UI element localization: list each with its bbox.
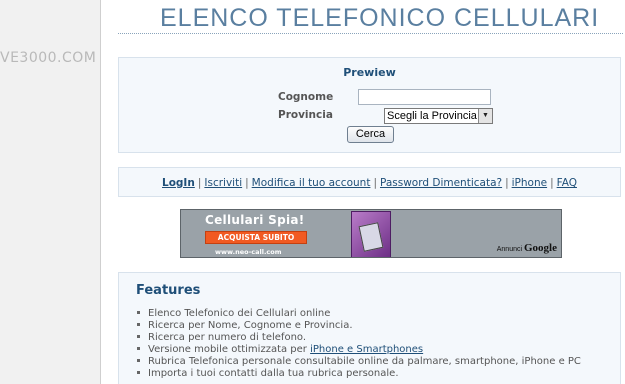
nav-separator: | [245,177,249,189]
provincia-selected-value: Scegli la Provincia [387,110,477,122]
cerca-button[interactable]: Cerca [347,126,394,143]
nav-separator: | [505,177,509,189]
cognome-label: Cognome [278,91,334,103]
ad-url: www.neo-call.com [215,248,282,256]
login-link[interactable]: LogIn [162,177,195,189]
bullet-icon [137,346,140,350]
bullet-icon [137,322,140,326]
ad-banner[interactable]: Cellulari Spia! ACQUISTA SUBITO www.neo-… [180,209,562,258]
feature-text: Rubrica Telefonica personale consultabil… [148,356,581,367]
feature-text: Importa i tuoi contatti dalla tua rubric… [148,368,399,379]
features-panel: Features Elenco Telefonico dei Cellulari… [118,272,621,384]
nav-separator: | [373,177,377,189]
provincia-label: Provincia [278,109,333,121]
left-sidebar: VE3000.COM [0,0,101,384]
bullet-icon [137,370,140,374]
site-logo-text[interactable]: VE3000.COM [0,50,100,66]
header-divider [118,33,623,34]
form-title: Prewiew [343,66,396,79]
list-item: Elenco Telefonico dei Cellulari online [137,308,581,320]
bullet-icon [137,310,140,314]
google-logo: Google [524,242,557,254]
iphone-smartphones-link[interactable]: iPhone e Smartphones [310,344,423,355]
feature-text: Ricerca per numero di telefono. [148,332,307,343]
nav-separator: | [550,177,554,189]
feature-text: Versione mobile ottimizzata per [148,344,311,355]
list-item: Importa i tuoi contatti dalla tua rubric… [137,368,581,380]
annunci-label: Annunci [496,246,523,253]
bullet-icon [137,358,140,362]
features-list: Elenco Telefonico dei Cellulari online R… [137,308,581,380]
modifica-account-link[interactable]: Modifica il tuo account [252,177,371,189]
dropdown-arrow-icon[interactable]: ▼ [478,109,492,123]
feature-text: Elenco Telefonico dei Cellulari online [148,308,331,319]
list-item: Versione mobile ottimizzata per iPhone e… [137,344,581,356]
page-title: ELENCO TELEFONICO CELLULARI [160,4,600,32]
nav-separator: | [197,177,202,189]
ad-attribution[interactable]: Annunci Google [497,242,557,254]
ad-cta-button[interactable]: ACQUISTA SUBITO [205,231,307,244]
list-item: Rubrica Telefonica personale consultabil… [137,356,581,368]
product-box-icon [351,211,391,257]
faq-link[interactable]: FAQ [557,177,577,189]
provincia-select[interactable]: Scegli la Provincia ▼ [384,108,493,124]
bullet-icon [137,334,140,338]
ad-title: Cellulari Spia! [205,213,305,227]
account-nav-panel: LogIn | Iscriviti | Modifica il tuo account |… [118,167,621,197]
cognome-input[interactable] [358,89,491,105]
iphone-link[interactable]: iPhone [512,177,547,189]
feature-text: Ricerca per Nome, Cognome e Provincia. [148,320,353,331]
account-nav: LogIn | Iscriviti | Modifica il tuo account |… [119,177,620,189]
list-item: Ricerca per numero di telefono. [137,332,581,344]
phone-icon [358,222,384,252]
list-item: Ricerca per Nome, Cognome e Provincia. [137,320,581,332]
password-dimenticata-link[interactable]: Password Dimenticata? [380,177,502,189]
iscriviti-link[interactable]: Iscriviti [204,177,242,189]
search-form-panel: Prewiew Cognome Provincia Scegli la Prov… [118,57,621,153]
features-title: Features [136,283,201,298]
